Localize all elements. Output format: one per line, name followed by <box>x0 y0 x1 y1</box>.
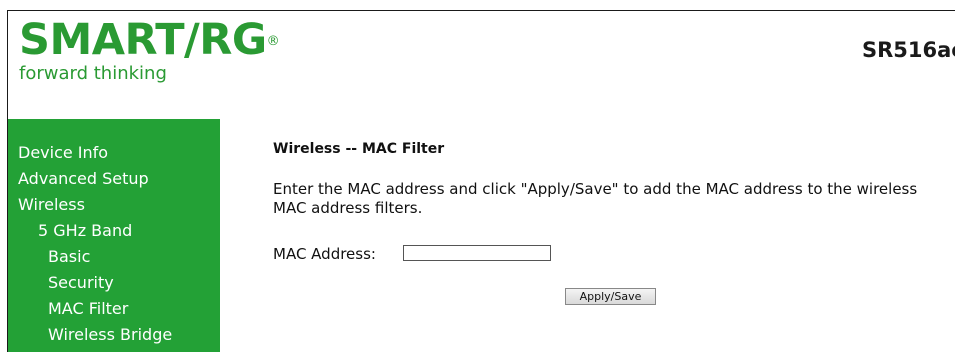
mac-address-label: MAC Address: <box>273 245 376 263</box>
logo: SMART/RG® forward thinking <box>19 15 280 84</box>
logo-text: SMART/RG <box>19 15 267 65</box>
sidebar-item-advanced-setup[interactable]: Advanced Setup <box>18 169 149 189</box>
sidebar-nav: Device Info Advanced Setup Wireless 5 GH… <box>8 119 220 352</box>
sidebar-item-security[interactable]: Security <box>48 273 114 293</box>
model-name: SR516ac <box>862 38 955 62</box>
apply-save-button[interactable]: Apply/Save <box>565 288 656 305</box>
sidebar-item-mac-filter[interactable]: MAC Filter <box>48 299 128 319</box>
page-description: Enter the MAC address and click "Apply/S… <box>273 180 918 217</box>
registered-mark: ® <box>266 34 280 49</box>
page-title: Wireless -- MAC Filter <box>273 141 445 157</box>
sidebar-item-wireless-bridge[interactable]: Wireless Bridge <box>48 325 172 345</box>
sidebar-item-wireless[interactable]: Wireless <box>18 195 85 215</box>
mac-address-input[interactable] <box>403 245 551 261</box>
sidebar-item-basic[interactable]: Basic <box>48 247 90 267</box>
frame-top-border <box>7 10 955 11</box>
sidebar-item-5ghz-band[interactable]: 5 GHz Band <box>38 221 132 241</box>
logo-wordmark: SMART/RG® <box>19 15 280 65</box>
sidebar-item-device-info[interactable]: Device Info <box>18 143 108 163</box>
logo-tagline: forward thinking <box>19 63 167 84</box>
